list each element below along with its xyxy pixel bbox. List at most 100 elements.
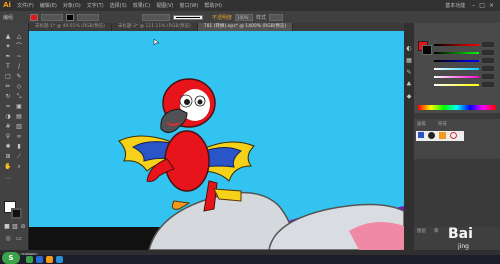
taskbar-app-2-icon[interactable] — [36, 256, 43, 263]
pen-tool-icon[interactable]: ✒ — [4, 53, 12, 60]
rectangle-tool-icon[interactable]: □ — [4, 73, 12, 80]
taskbar-illustrator-icon[interactable] — [46, 256, 53, 263]
artboard-tool-icon[interactable]: ⊞ — [4, 153, 12, 160]
draw-mode-icon[interactable]: ◎ — [4, 235, 12, 242]
brushes-panel: 画笔 符号 — [414, 119, 500, 159]
menu-help[interactable]: 帮助(H) — [201, 2, 225, 9]
stroke-swatch[interactable] — [11, 208, 22, 219]
paintbrush-tool-icon[interactable]: ✎ — [15, 73, 23, 80]
free-transform-tool-icon[interactable]: ▣ — [15, 103, 23, 110]
mesh-tool-icon[interactable]: # — [4, 123, 12, 130]
collapsed-panel-icons: ◐ ▦ ✎ ♣ ◆ — [404, 23, 414, 250]
brush-definition[interactable] — [173, 14, 204, 20]
baidu-watermark: Bai — [448, 226, 473, 242]
color-panel-icon[interactable]: ◐ — [405, 45, 413, 52]
color-stroke-preview[interactable] — [422, 45, 432, 55]
windows-taskbar: S — [0, 252, 500, 264]
tab-document-1[interactable]: 未标题-1* @ 49.01% (RGB/预览) — [29, 23, 112, 31]
curvature-tool-icon[interactable]: ~ — [15, 53, 23, 60]
rotate-tool-icon[interactable]: ↻ — [4, 93, 12, 100]
stroke-weight-dropdown[interactable] — [77, 13, 100, 21]
symbol-thumb-4[interactable] — [450, 132, 457, 139]
symbol-thumb-3[interactable] — [439, 132, 446, 139]
menu-bar: Ai 文件(F) 编辑(E) 对象(O) 文字(T) 选择(S) 效果(C) 视… — [0, 0, 500, 11]
line-tool-icon[interactable]: / — [15, 63, 23, 70]
zoom-tool-icon[interactable]: ⌕ — [15, 163, 23, 170]
color-mode-icon[interactable]: ■ — [3, 223, 11, 230]
app-logo: Ai — [3, 1, 11, 9]
edit-toolbar-icon[interactable]: ⋯ — [4, 175, 12, 182]
tab-libraries[interactable]: 库 — [434, 228, 439, 234]
scale-tool-icon[interactable]: ⤡ — [15, 93, 23, 100]
color-spectrum[interactable] — [418, 105, 496, 110]
control-bar: 编组 不透明度 100% 样式 — [0, 11, 500, 23]
blend-tool-icon[interactable]: ∞ — [15, 133, 23, 140]
menu-file[interactable]: 文件(F) — [14, 2, 37, 9]
menu-effect[interactable]: 效果(C) — [130, 2, 153, 9]
type-tool-icon[interactable]: T — [4, 63, 12, 70]
maximize-icon[interactable]: □ — [479, 2, 485, 9]
blue-slider[interactable] — [434, 58, 494, 63]
tab-document-3[interactable]: 未标题-3* @ 111.11% (RGB/预览) — [112, 23, 198, 31]
pencil-tool-icon[interactable]: ✏ — [4, 83, 12, 90]
tab-layers[interactable]: 图层 — [417, 228, 426, 234]
gradient-tool-icon[interactable]: ▥ — [15, 123, 23, 130]
graphic-styles-panel-icon[interactable]: ◆ — [405, 93, 413, 100]
window-controls: 基本功能 – □ × — [442, 2, 500, 9]
baidu-watermark-sub: jing — [458, 243, 469, 250]
menu-type[interactable]: 文字(T) — [84, 2, 107, 9]
eyedropper-tool-icon[interactable]: ⚲ — [4, 133, 12, 140]
parrot-illustration — [29, 38, 404, 250]
illustrator-window: Ai 文件(F) 编辑(E) 对象(O) 文字(T) 选择(S) 效果(C) 视… — [0, 0, 500, 264]
taskbar-app-4-icon[interactable] — [56, 256, 63, 263]
symbol-thumb-2[interactable] — [428, 132, 435, 139]
menu-view[interactable]: 视图(V) — [153, 2, 176, 9]
menu-select[interactable]: 选择(S) — [107, 2, 130, 9]
symbol-thumb-1[interactable] — [418, 132, 424, 138]
hand-tool-icon[interactable]: ✋ — [4, 163, 12, 170]
eraser-tool-icon[interactable]: ◇ — [15, 83, 23, 90]
screen-mode-icon[interactable]: ▭ — [15, 235, 23, 242]
symbols-panel-icon[interactable]: ♣ — [405, 81, 413, 88]
right-panel-dock: ◐ ▦ ✎ ♣ ◆ 画笔 符号 图层 库 — [404, 23, 500, 250]
fill-color-swatch[interactable] — [30, 13, 39, 21]
graph-tool-icon[interactable]: ▮ — [15, 143, 23, 150]
width-tool-icon[interactable]: ≈ — [4, 103, 12, 110]
start-button[interactable]: S — [2, 252, 20, 264]
swatches-panel-icon[interactable]: ▦ — [405, 57, 413, 64]
symbol-sprayer-tool-icon[interactable]: ✺ — [4, 143, 12, 150]
menu-window[interactable]: 窗口(W) — [176, 2, 201, 9]
close-icon[interactable]: × — [489, 2, 494, 9]
magic-wand-tool-icon[interactable]: ✦ — [4, 43, 12, 50]
menu-object[interactable]: 对象(O) — [60, 2, 84, 9]
tools-panel: ▲ △ ✦ ⌒ ✒ ~ T / □ ✎ ✏ ◇ ↻ ⤡ ≈ ▣ ◑ ▤ # ▥ … — [0, 23, 29, 250]
opacity-input[interactable]: 100% — [235, 13, 254, 21]
selection-tool-icon[interactable]: ▲ — [4, 33, 12, 40]
shape-builder-tool-icon[interactable]: ◑ — [4, 113, 12, 120]
tab-document-781[interactable]: 781 (转换).eps* @ 1400% (RGB/预览) — [197, 23, 294, 31]
taskbar-app-1-icon[interactable] — [26, 256, 33, 263]
magenta-slider[interactable] — [434, 74, 494, 79]
yellow-slider[interactable] — [434, 82, 494, 87]
stroke-color-swatch[interactable] — [66, 13, 75, 21]
artboard-canvas[interactable] — [29, 31, 404, 250]
red-slider[interactable] — [434, 42, 494, 47]
lasso-tool-icon[interactable]: ⌒ — [15, 43, 23, 50]
workspace-switcher[interactable]: 基本功能 — [442, 2, 468, 9]
none-mode-icon[interactable]: ⊘ — [19, 223, 27, 230]
brushes-panel-icon[interactable]: ✎ — [405, 69, 413, 76]
menu-edit[interactable]: 编辑(E) — [37, 2, 60, 9]
green-slider[interactable] — [434, 50, 494, 55]
tab-symbols[interactable]: 符号 — [438, 121, 447, 127]
style-dropdown[interactable] — [269, 13, 284, 21]
variable-width-dropdown[interactable] — [142, 13, 171, 21]
perspective-tool-icon[interactable]: ▤ — [15, 113, 23, 120]
fill-dropdown[interactable] — [41, 13, 64, 21]
minimize-icon[interactable]: – — [472, 2, 475, 9]
gradient-mode-icon[interactable]: ▧ — [11, 223, 19, 230]
cyan-slider[interactable] — [434, 66, 494, 71]
parrot-body — [164, 130, 210, 192]
slice-tool-icon[interactable]: ⟋ — [15, 153, 23, 160]
direct-selection-tool-icon[interactable]: △ — [15, 33, 23, 40]
tab-brushes[interactable]: 画笔 — [417, 121, 426, 127]
